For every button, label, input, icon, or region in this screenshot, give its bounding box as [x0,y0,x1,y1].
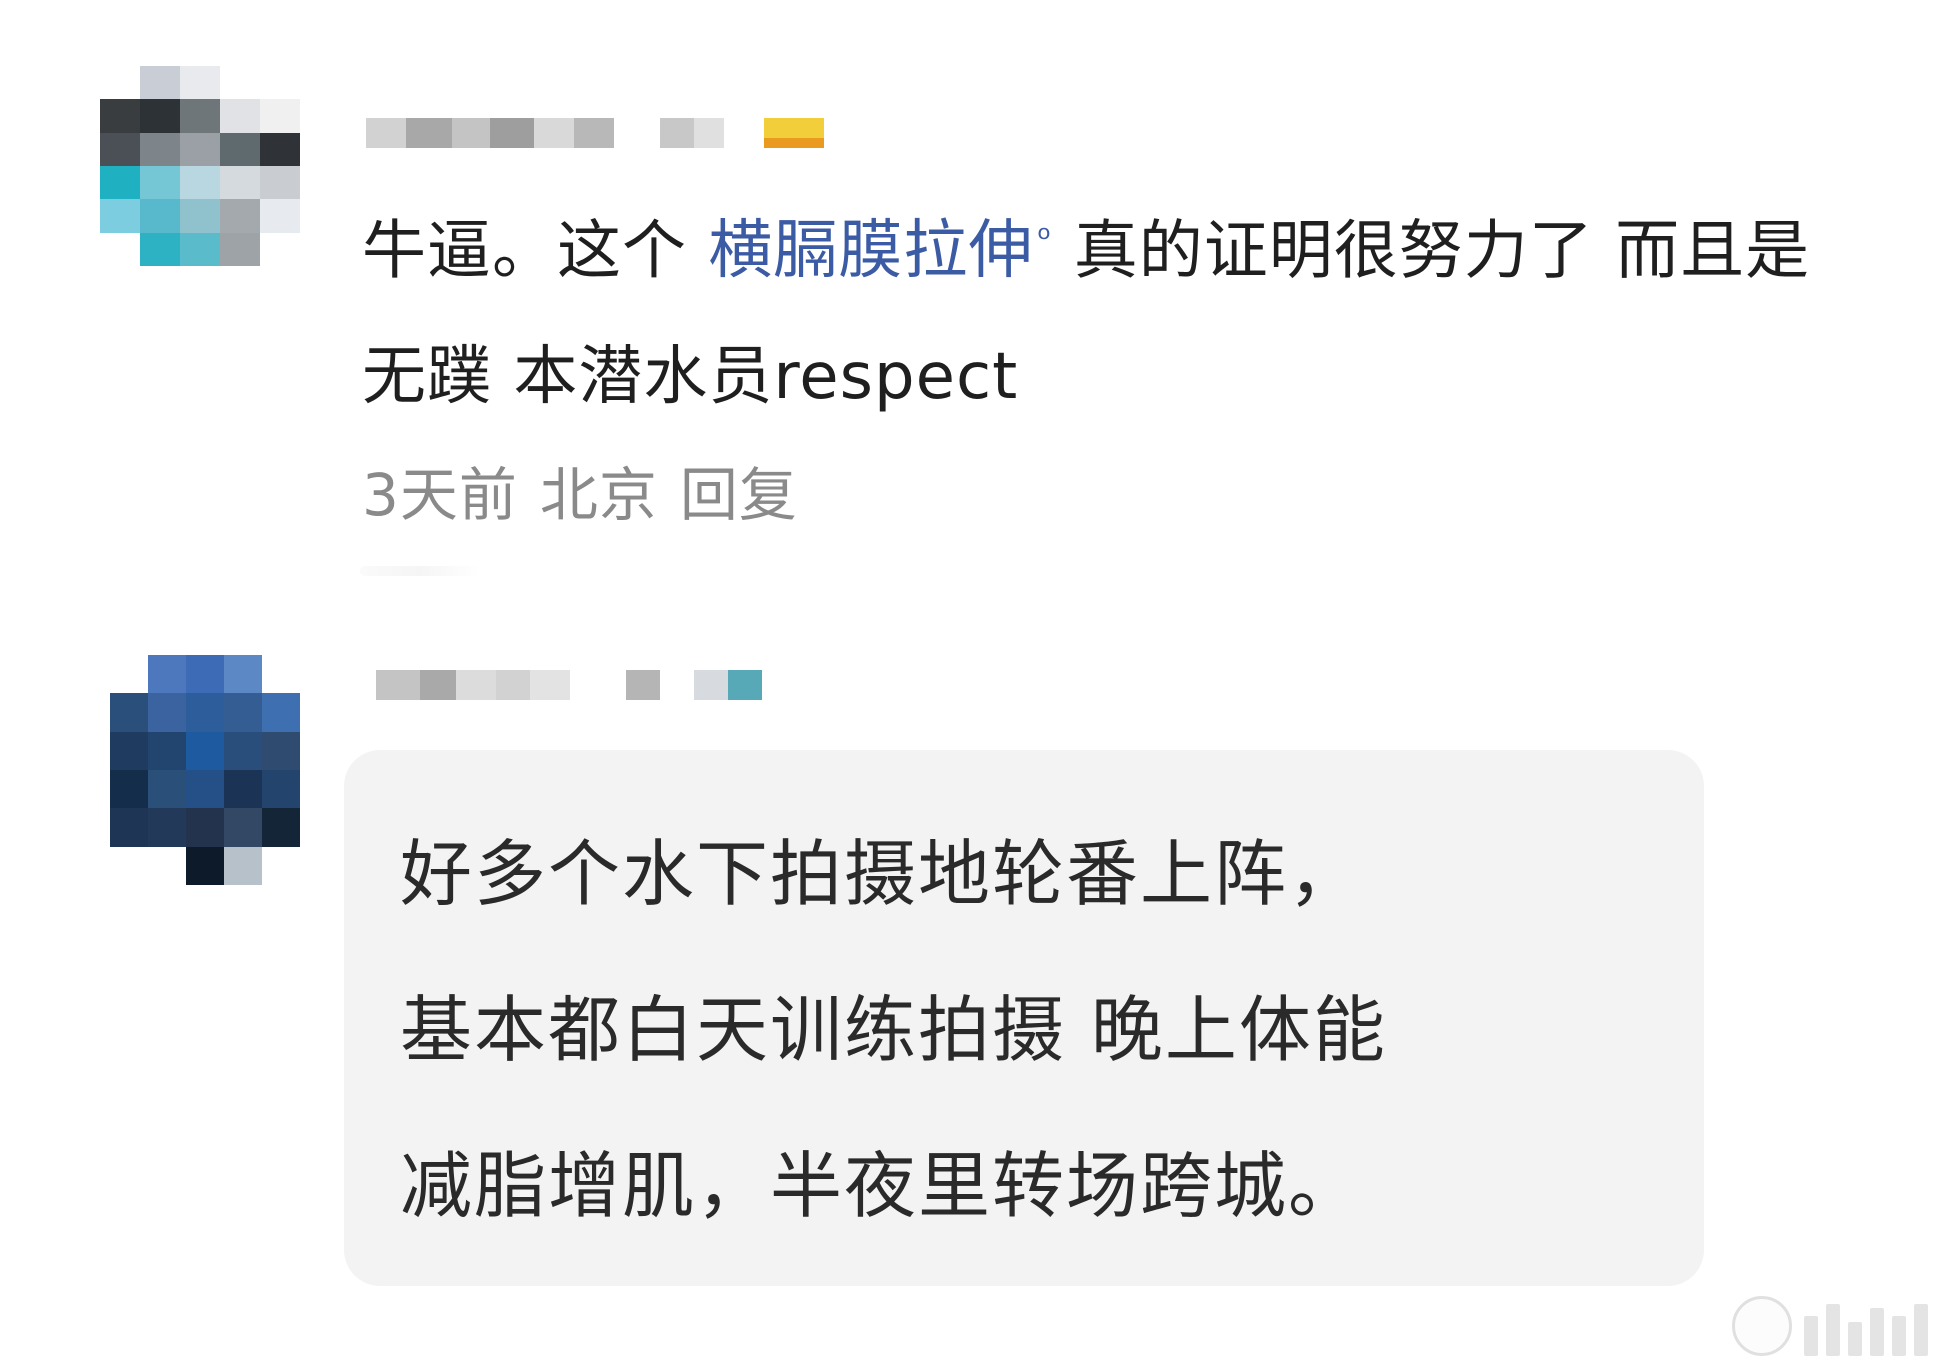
badge-icon [728,670,762,700]
app-watermark [1732,1296,1928,1356]
avatar[interactable] [110,655,300,885]
reply-button[interactable]: 回复 [680,461,798,529]
comment-bubble: 好多个水下拍摄地轮番上阵， 基本都白天训练拍摄 晚上体能 减脂增肌，半夜里转场跨… [344,750,1704,1286]
location: 北京 [539,461,658,529]
username[interactable] [376,650,762,720]
watermark-bars-icon [1804,1304,1928,1356]
comment-text: 好多个水下拍摄地轮番上阵， 基本都白天训练拍摄 晚上体能 减脂增肌，半夜里转场跨… [400,832,1387,1228]
comment-item: 好多个水下拍摄地轮番上阵， 基本都白天训练拍摄 晚上体能 减脂增肌，半夜里转场跨… [0,600,1938,1366]
avatar[interactable] [100,66,300,266]
divider [360,566,480,576]
comment-item: 牛逼。这个 横膈膜拉伸 ᵒ 真的证明很努力了 而且是无蹼 本潜水员respect … [0,0,1938,600]
comment-meta: 3天前 北京 回复 [362,448,820,532]
comment-text: 牛逼。这个 横膈膜拉伸 ᵒ 真的证明很努力了 而且是无蹼 本潜水员respect [362,214,1811,415]
level-badge-icon [764,118,824,148]
username[interactable] [366,98,824,168]
timestamp: 3天前 [362,461,518,529]
search-icon: ᵒ [1037,219,1053,259]
weibo-logo-icon [1732,1296,1792,1356]
topic-link[interactable]: 横膈膜拉伸 ᵒ [708,214,1052,288]
